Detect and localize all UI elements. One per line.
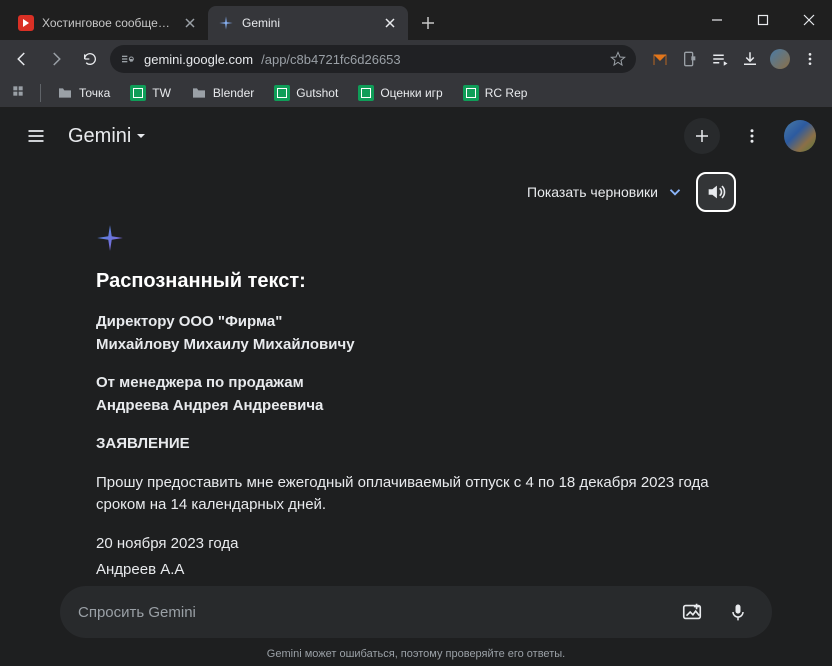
extension-icon[interactable]: [646, 45, 674, 73]
menu-button[interactable]: [16, 116, 56, 156]
tab-title: Хостинговое сообщество «Tim: [42, 16, 174, 30]
speaker-icon: [705, 181, 727, 203]
sheets-icon: [463, 85, 479, 101]
input-area: Спросить Gemini: [60, 586, 772, 638]
sheets-icon: [358, 85, 374, 101]
new-tab-button[interactable]: [414, 9, 442, 37]
bookmark-folder[interactable]: Точка: [49, 81, 118, 105]
more-options-button[interactable]: [732, 116, 772, 156]
add-image-button[interactable]: [676, 596, 708, 628]
separator: [40, 84, 41, 102]
media-control-icon[interactable]: [706, 45, 734, 73]
response-heading: Распознанный текст:: [96, 270, 736, 293]
app-header: Gemini: [0, 108, 832, 164]
profile-icon[interactable]: [766, 45, 794, 73]
folder-icon: [191, 85, 207, 101]
bookmark-label: Gutshot: [296, 86, 338, 100]
user-avatar[interactable]: [784, 120, 816, 152]
maximize-button[interactable]: [740, 0, 786, 40]
text-date: 20 ноября 2023 года: [96, 533, 736, 556]
back-button[interactable]: [8, 45, 36, 73]
browser-menu-icon[interactable]: [796, 45, 824, 73]
browser-tabs: Хостинговое сообщество «Tim Gemini: [8, 6, 408, 40]
tab-inactive[interactable]: Хостинговое сообщество «Tim: [8, 6, 208, 40]
speak-button[interactable]: [696, 172, 736, 212]
gemini-star-icon: [96, 224, 736, 252]
minimize-button[interactable]: [694, 0, 740, 40]
url-host: gemini.google.com: [144, 52, 253, 67]
text-line: Директору ООО "Фирма": [96, 311, 736, 334]
browser-toolbar: gemini.google.com/app/c8b4721fc6d26653: [0, 40, 832, 78]
bookmark-item[interactable]: Оценки игр: [350, 81, 450, 105]
url-path: /app/c8b4721fc6d26653: [261, 52, 401, 67]
bookmark-item[interactable]: TW: [122, 81, 179, 105]
close-icon[interactable]: [382, 15, 398, 31]
text-body: Прошу предоставить мне ежегодный оплачив…: [96, 472, 736, 517]
input-placeholder: Спросить Gemini: [78, 604, 662, 621]
bookmark-label: Blender: [213, 86, 254, 100]
new-chat-button[interactable]: [684, 118, 720, 154]
bookmark-label: Оценки игр: [380, 86, 442, 100]
tab-favicon-icon: [218, 15, 234, 31]
show-drafts-button[interactable]: Показать черновики: [527, 183, 684, 201]
reload-button[interactable]: [76, 45, 104, 73]
bookmark-folder[interactable]: Blender: [183, 81, 262, 105]
window-controls: [694, 0, 832, 40]
text-line: Михайлову Михаилу Михайловичу: [96, 334, 736, 357]
gemini-app: Gemini Показать черновики Распознанный т…: [0, 108, 832, 666]
chevron-down-icon: [135, 130, 147, 142]
window-titlebar: Хостинговое сообщество «Tim Gemini: [0, 0, 832, 40]
brand-title[interactable]: Gemini: [68, 125, 147, 148]
tab-title: Gemini: [242, 16, 374, 30]
bookmark-label: Точка: [79, 86, 110, 100]
sheets-icon: [130, 85, 146, 101]
text-line: Андреева Андрея Андреевича: [96, 395, 736, 418]
disclaimer-text: Gemini может ошибаться, поэтому проверяй…: [0, 648, 832, 660]
extensions-area: [646, 45, 824, 73]
bookmark-star-icon[interactable]: [610, 51, 626, 67]
downloads-icon[interactable]: [736, 45, 764, 73]
text-line: От менеджера по продажам: [96, 372, 736, 395]
bookmark-item[interactable]: RC Rep: [455, 81, 536, 105]
chevron-down-icon: [666, 183, 684, 201]
bookmark-label: TW: [152, 86, 171, 100]
microphone-button[interactable]: [722, 596, 754, 628]
tab-favicon-icon: [18, 15, 34, 31]
close-window-button[interactable]: [786, 0, 832, 40]
drafts-row: Показать черновики: [0, 164, 832, 212]
site-info-icon[interactable]: [120, 51, 136, 67]
bookmarks-bar: Точка TW Blender Gutshot Оценки игр RC R…: [0, 78, 832, 108]
tab-active[interactable]: Gemini: [208, 6, 408, 40]
sheets-icon: [274, 85, 290, 101]
text-sign: Андреев А.А: [96, 559, 736, 582]
address-bar[interactable]: gemini.google.com/app/c8b4721fc6d26653: [110, 45, 636, 73]
text-statement: ЗАЯВЛЕНИЕ: [96, 433, 736, 456]
bookmark-label: RC Rep: [485, 86, 528, 100]
extension-icon[interactable]: [676, 45, 704, 73]
bookmark-item[interactable]: Gutshot: [266, 81, 346, 105]
forward-button[interactable]: [42, 45, 70, 73]
prompt-input[interactable]: Спросить Gemini: [60, 586, 772, 638]
apps-button[interactable]: [8, 81, 32, 105]
folder-icon: [57, 85, 73, 101]
close-icon[interactable]: [182, 15, 198, 31]
response-content: Распознанный текст: Директору ООО "Фирма…: [0, 212, 832, 582]
